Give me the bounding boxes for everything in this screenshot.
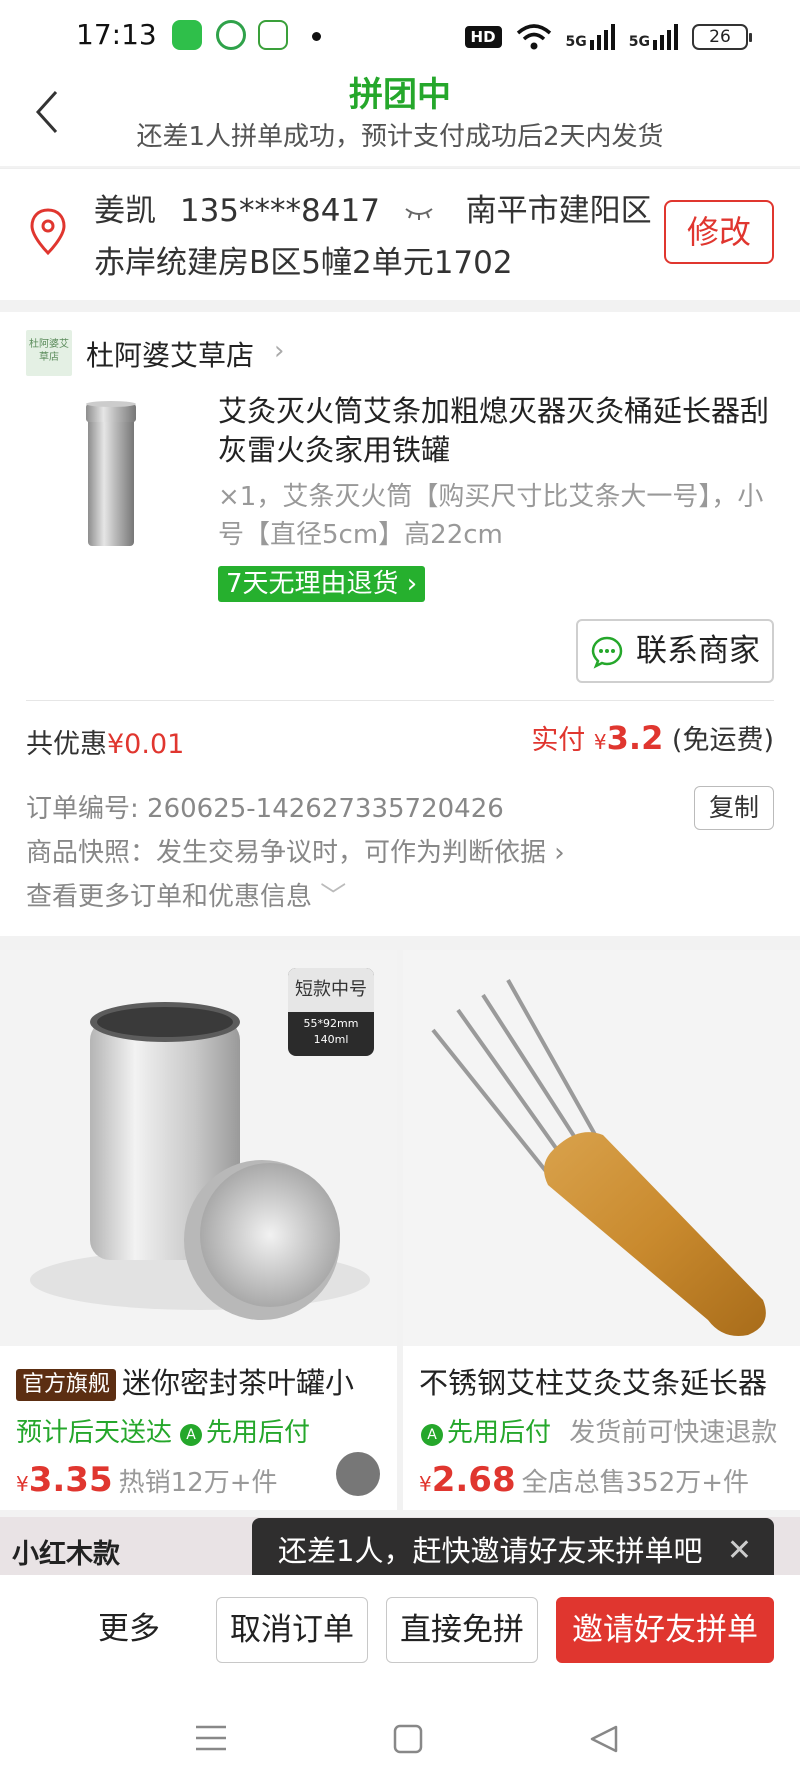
discount-total: 共优惠¥0.01 bbox=[26, 722, 184, 761]
pay-later-tag: 先用后付 bbox=[206, 1418, 311, 1448]
shop-logo: 杜阿婆艾草店 bbox=[26, 330, 72, 376]
contact-merchant-label: 联系商家 bbox=[636, 633, 760, 669]
copy-order-number-button[interactable]: 复制 bbox=[694, 786, 774, 830]
eye-closed-icon[interactable] bbox=[404, 205, 434, 221]
more-orders-text: 查看更多订单和优惠信息 bbox=[26, 882, 313, 912]
hd-icon: HD bbox=[464, 26, 502, 48]
size-badge-label: 短款中号 bbox=[288, 968, 374, 1012]
recommendation-title-text: 迷你密封茶叶罐小 bbox=[122, 1366, 355, 1400]
signal-icon-2: 5G bbox=[629, 24, 678, 50]
menu-icon[interactable] bbox=[194, 1723, 228, 1753]
recommendation-tags: A 先用后付 发货前可快速退款 bbox=[421, 1412, 777, 1449]
shop-logo-text: 杜阿婆艾草店 bbox=[29, 339, 69, 363]
status-icons: HD 5G 5G 26 bbox=[464, 22, 752, 52]
modify-address-button[interactable]: 修改 bbox=[664, 200, 774, 264]
status-time: 17:13 bbox=[76, 18, 157, 51]
strip-label: 小红木款 bbox=[12, 1539, 120, 1570]
app-icon-leaf bbox=[216, 20, 246, 50]
paid-currency: ¥ bbox=[593, 730, 607, 754]
more-order-info-toggle[interactable]: 查看更多订单和优惠信息 ﹀ bbox=[26, 876, 346, 913]
recommendation-price: ¥3.35 热销12万+件 bbox=[16, 1460, 278, 1500]
location-pin-icon bbox=[30, 208, 66, 256]
app-icon-huinong bbox=[258, 20, 288, 50]
pay-later-icon: A bbox=[421, 1424, 443, 1446]
paid-amount: 3.2 bbox=[606, 719, 664, 757]
back-triangle-icon[interactable] bbox=[588, 1723, 620, 1755]
discount-label: 共优惠 bbox=[26, 729, 107, 760]
recommendation-title: 不锈钢艾柱艾灸艾条延长器 bbox=[419, 1366, 768, 1400]
paid-total: 实付 ¥3.2 (免运费) bbox=[531, 718, 774, 757]
snapshot-text: 商品快照：发生交易争议时，可作为判断依据 bbox=[26, 838, 547, 868]
shipping-note: (免运费) bbox=[671, 725, 774, 756]
status-bar: 17:13 HD 5G 5G 26 bbox=[0, 0, 800, 72]
pay-later-tag: 先用后付 bbox=[447, 1418, 552, 1448]
invite-friends-button[interactable]: 邀请好友拼单 bbox=[556, 1597, 774, 1663]
price-currency: ¥ bbox=[419, 1472, 432, 1496]
product-spec: ×1，艾条灭火筒【购买尺寸比艾条大一号】，小号【直径5cm】高22cm bbox=[218, 482, 764, 550]
back-button[interactable] bbox=[32, 88, 80, 136]
delivery-tag: 预计后天送达 bbox=[16, 1418, 173, 1448]
sales-count: 全店总售352万+件 bbox=[521, 1468, 750, 1498]
recommendation-image[interactable] bbox=[403, 950, 800, 1346]
product-image[interactable] bbox=[64, 394, 212, 554]
sales-count: 热销12万+件 bbox=[118, 1468, 278, 1498]
address-detail: 赤岸统建房B区5幢2单元1702 bbox=[94, 245, 513, 281]
cancel-order-button[interactable]: 取消订单 bbox=[216, 1597, 368, 1663]
more-button[interactable]: 更多 bbox=[98, 1603, 160, 1648]
contact-merchant-button[interactable]: 联系商家 bbox=[576, 619, 774, 683]
skip-group-button[interactable]: 直接免拼 bbox=[386, 1597, 538, 1663]
order-number: 订单编号: 260625-142627335720426 bbox=[26, 788, 504, 825]
order-number-label: 订单编号: bbox=[26, 794, 139, 824]
order-number-value: 260625-142627335720426 bbox=[147, 794, 504, 824]
wifi-icon bbox=[516, 24, 551, 50]
bottom-action-bar: 更多 取消订单 直接免拼 邀请好友拼单 bbox=[0, 1575, 800, 1791]
chat-bubble-icon bbox=[591, 636, 623, 669]
brand-tag: 官方旗舰 bbox=[16, 1369, 117, 1401]
order-card: 杜阿婆艾草店 杜阿婆艾草店 › 艾灸灭火筒艾条加粗熄灭器灭灸桶延长器刮灰雷火灸家… bbox=[0, 312, 800, 936]
divider bbox=[26, 700, 774, 701]
product-snapshot-link[interactable]: 商品快照：发生交易争议时，可作为判断依据 › bbox=[26, 832, 565, 869]
price-amount: 2.68 bbox=[431, 1460, 516, 1500]
recommendation-image[interactable]: 短款中号 55*92mm 140ml bbox=[0, 950, 397, 1346]
recommendation-tags: 预计后天送达 A 先用后付 bbox=[16, 1412, 310, 1449]
price-amount: 3.35 bbox=[28, 1460, 113, 1500]
recipient-region: 南平市建阳区 bbox=[465, 193, 652, 229]
recipient-phone: 135****8417 bbox=[179, 193, 380, 229]
recommendation-price: ¥2.68 全店总售352万+件 bbox=[419, 1460, 749, 1500]
shipping-address[interactable]: 姜凯 135****8417 南平市建阳区 赤岸统建房B区5幢2单元1702 修… bbox=[0, 168, 800, 300]
size-badge-dimensions: 55*92mm 140ml bbox=[303, 1017, 359, 1046]
product-title[interactable]: 艾灸灭火筒艾条加粗熄灭器灭灸桶延长器刮灰雷火灸家用铁罐 bbox=[218, 392, 778, 470]
size-badge: 短款中号 55*92mm 140ml bbox=[288, 968, 374, 1056]
recommendation-card[interactable]: 不锈钢艾柱艾灸艾条延长器 A 先用后付 发货前可快速退款 ¥2.68 全店总售352… bbox=[403, 950, 800, 1510]
app-icon-green bbox=[172, 20, 202, 50]
avatar bbox=[336, 1452, 380, 1496]
paid-label: 实付 bbox=[531, 725, 586, 756]
address-contact-line: 姜凯 135****8417 南平市建阳区 bbox=[94, 185, 666, 230]
chevron-left-icon bbox=[35, 90, 58, 134]
page-header: 拼团中 还差1人拼单成功，预计支付成功后2天内发货 bbox=[0, 72, 800, 166]
notification-dot-icon bbox=[312, 32, 321, 41]
chevron-right-icon: › bbox=[274, 336, 285, 366]
recommendation-card[interactable]: 短款中号 55*92mm 140ml 官方旗舰 迷你密封茶叶罐小 预计后天送达 A 先… bbox=[0, 950, 397, 1510]
shop-name[interactable]: 杜阿婆艾草店 bbox=[86, 334, 254, 374]
chevron-down-icon: ﹀ bbox=[320, 882, 347, 912]
page-title: 拼团中 bbox=[349, 75, 451, 115]
recommendation-title: 官方旗舰 迷你密封茶叶罐小 bbox=[16, 1360, 386, 1402]
recipient-name: 姜凯 bbox=[94, 193, 156, 229]
price-currency: ¥ bbox=[16, 1472, 29, 1496]
pay-later-icon: A bbox=[180, 1424, 203, 1446]
home-square-icon[interactable] bbox=[392, 1723, 424, 1755]
battery-icon: 26 bbox=[692, 24, 752, 50]
refund-policy-tag[interactable]: 7天无理由退货 › bbox=[218, 566, 426, 602]
page-subtitle: 还差1人拼单成功，预计支付成功后2天内发货 bbox=[136, 122, 664, 152]
signal-icon-1: 5G bbox=[566, 24, 615, 50]
tooltip-text: 还差1人，赶快邀请好友来拼单吧 bbox=[278, 1534, 703, 1568]
discount-value: ¥0.01 bbox=[107, 729, 185, 760]
refund-tag: 发货前可快速退款 bbox=[569, 1418, 778, 1448]
refund-tag-label: 7天无理由退货 bbox=[226, 569, 399, 599]
